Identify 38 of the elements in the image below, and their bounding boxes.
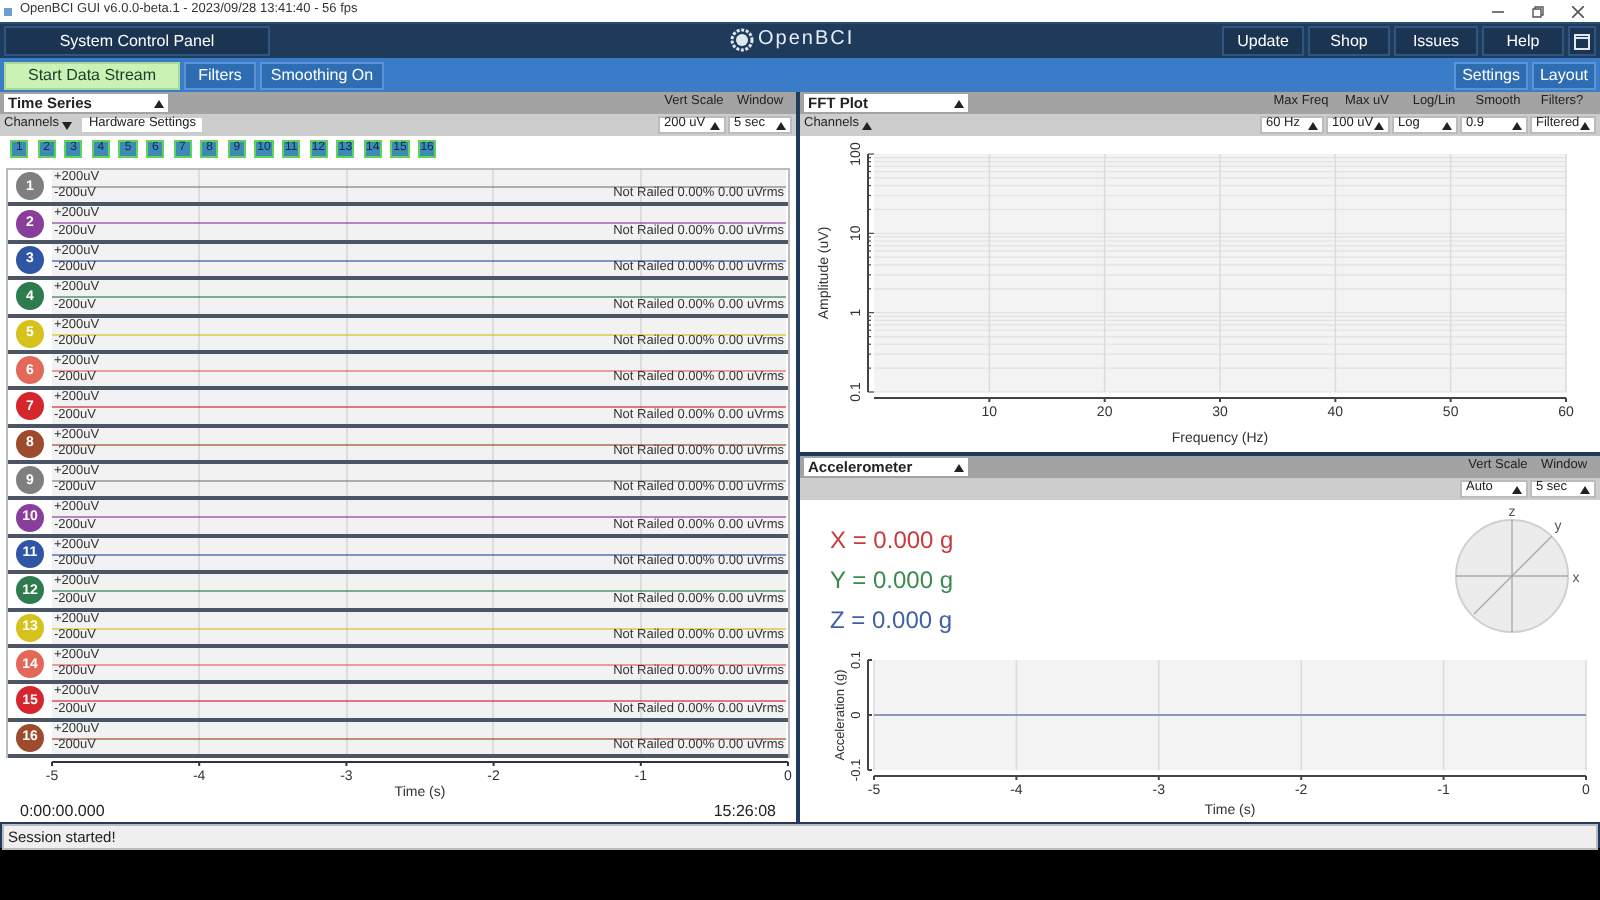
- orientation-drawing: [1455, 519, 1569, 633]
- toolbar-button[interactable]: Layout: [1531, 61, 1596, 89]
- caret-icon: [1512, 121, 1522, 129]
- system-control-panel-button[interactable]: System Control Panel: [4, 26, 270, 56]
- caret-icon: [710, 121, 720, 129]
- nav-button[interactable]: Help: [1482, 26, 1564, 56]
- axis-reading: X = 0.000 g: [830, 526, 954, 554]
- caret-icon: [776, 121, 786, 129]
- start-stream-button[interactable]: Start Data Stream: [4, 61, 180, 89]
- caret-icon: [954, 463, 964, 471]
- toolbar-button[interactable]: Settings: [1454, 61, 1528, 89]
- close-icon: [1572, 5, 1584, 17]
- caret-icon: [1512, 485, 1522, 493]
- restore-icon: [1532, 5, 1544, 17]
- caret-icon: [862, 121, 873, 129]
- axis-reading: Z = 0.000 g: [830, 606, 954, 634]
- caret-icon: [1580, 121, 1590, 129]
- caret-icon: [954, 99, 964, 107]
- minimize-icon: [1492, 5, 1504, 17]
- nav-button[interactable]: Issues: [1394, 26, 1478, 56]
- logo-text: OpenBCI: [758, 30, 855, 50]
- elapsed-time: 0:00:00.000: [20, 803, 105, 819]
- axis-reading: Y = 0.000 g: [830, 566, 954, 594]
- logo-icon: [730, 28, 754, 52]
- caret-icon: [1374, 121, 1384, 129]
- layout-icon[interactable]: [1568, 26, 1596, 56]
- caret-icon: [1580, 485, 1590, 493]
- caret-icon: [1308, 121, 1318, 129]
- nav-button[interactable]: Shop: [1308, 26, 1390, 56]
- caret-icon: [154, 99, 164, 107]
- caret-icon: [62, 121, 73, 129]
- toolbar-button[interactable]: Filters: [184, 61, 256, 89]
- toolbar-button[interactable]: Smoothing On: [260, 61, 384, 89]
- clock-time: 15:26:08: [713, 803, 776, 819]
- caret-icon: [1442, 121, 1452, 129]
- y-axis: [867, 659, 873, 771]
- nav-button[interactable]: Update: [1222, 26, 1304, 56]
- app-icon: [4, 7, 12, 15]
